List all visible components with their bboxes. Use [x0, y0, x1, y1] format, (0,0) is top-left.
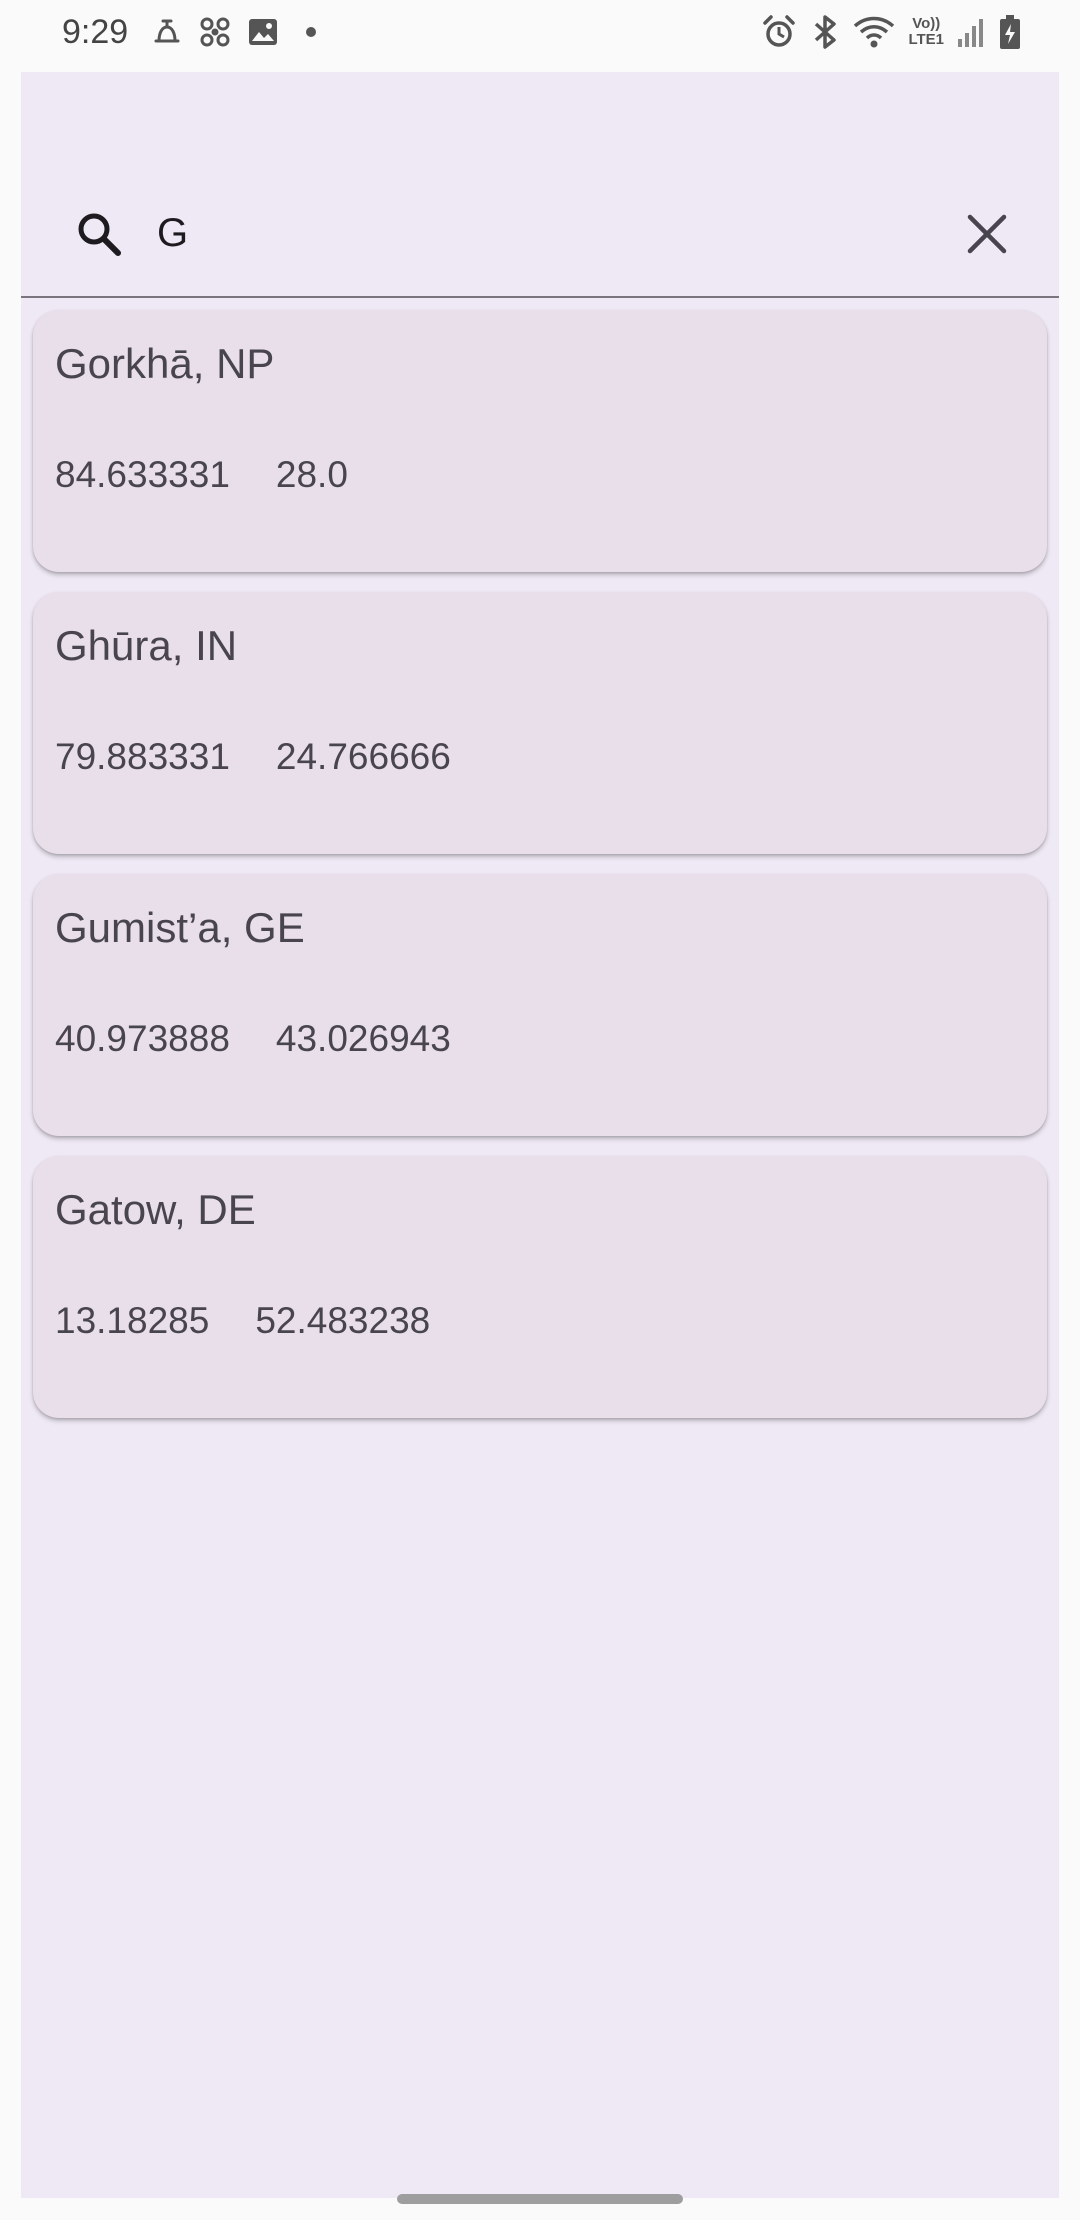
search-input[interactable] [157, 198, 857, 268]
signal-icon [956, 13, 986, 51]
status-left-icons [150, 12, 328, 52]
alarm-icon [760, 13, 798, 51]
result-latitude: 24.766666 [275, 736, 451, 777]
result-latitude: 52.483238 [255, 1300, 431, 1341]
volte-icon: Vo)) LTE1 [908, 16, 944, 48]
result-card-gorkha[interactable]: Gorkhā, NP 84.633331 28.0 [33, 310, 1047, 572]
result-latitude: 28.0 [275, 454, 348, 495]
app-surface: Gorkhā, NP 84.633331 28.0 Ghūra, IN 79.8… [21, 72, 1059, 2198]
result-card-gumista[interactable]: Gumist’a, GE 40.973888 43.026943 [33, 874, 1047, 1136]
status-bar: 9:29 Vo)) LTE1 [0, 0, 1080, 64]
result-title: Ghūra, IN [55, 622, 238, 669]
status-time: 9:29 [62, 13, 129, 51]
result-title: Gorkhā, NP [55, 340, 275, 387]
result-coordinates: 79.883331 24.766666 [55, 734, 451, 780]
search-bar [21, 172, 1059, 298]
image-icon [246, 15, 280, 49]
result-longitude: 40.973888 [55, 1018, 230, 1059]
ringer-icon [150, 15, 184, 49]
result-longitude: 13.18285 [55, 1300, 210, 1341]
battery-icon [998, 13, 1022, 51]
gesture-nav-handle[interactable] [397, 2194, 683, 2204]
result-latitude: 43.026943 [275, 1018, 451, 1059]
search-icon [69, 204, 129, 264]
bluetooth-icon [810, 13, 840, 51]
result-title: Gatow, DE [55, 1186, 256, 1233]
status-right-icons: Vo)) LTE1 [760, 12, 1022, 52]
close-icon [967, 214, 1007, 254]
dot-icon [294, 15, 328, 49]
result-coordinates: 13.18285 52.483238 [55, 1298, 430, 1344]
result-coordinates: 84.633331 28.0 [55, 452, 348, 498]
result-card-ghura[interactable]: Ghūra, IN 79.883331 24.766666 [33, 592, 1047, 854]
volte-bottom-label: LTE1 [908, 31, 944, 48]
result-longitude: 79.883331 [55, 736, 230, 777]
clear-search-button[interactable] [955, 202, 1019, 266]
result-card-gatow[interactable]: Gatow, DE 13.18285 52.483238 [33, 1156, 1047, 1418]
result-longitude: 84.633331 [55, 454, 230, 495]
result-title: Gumist’a, GE [55, 904, 305, 951]
result-coordinates: 40.973888 43.026943 [55, 1016, 451, 1062]
results-list: Gorkhā, NP 84.633331 28.0 Ghūra, IN 79.8… [21, 310, 1059, 1438]
fan-icon [198, 15, 232, 49]
wifi-icon [852, 13, 896, 51]
volte-top-label: Vo)) [912, 15, 941, 32]
